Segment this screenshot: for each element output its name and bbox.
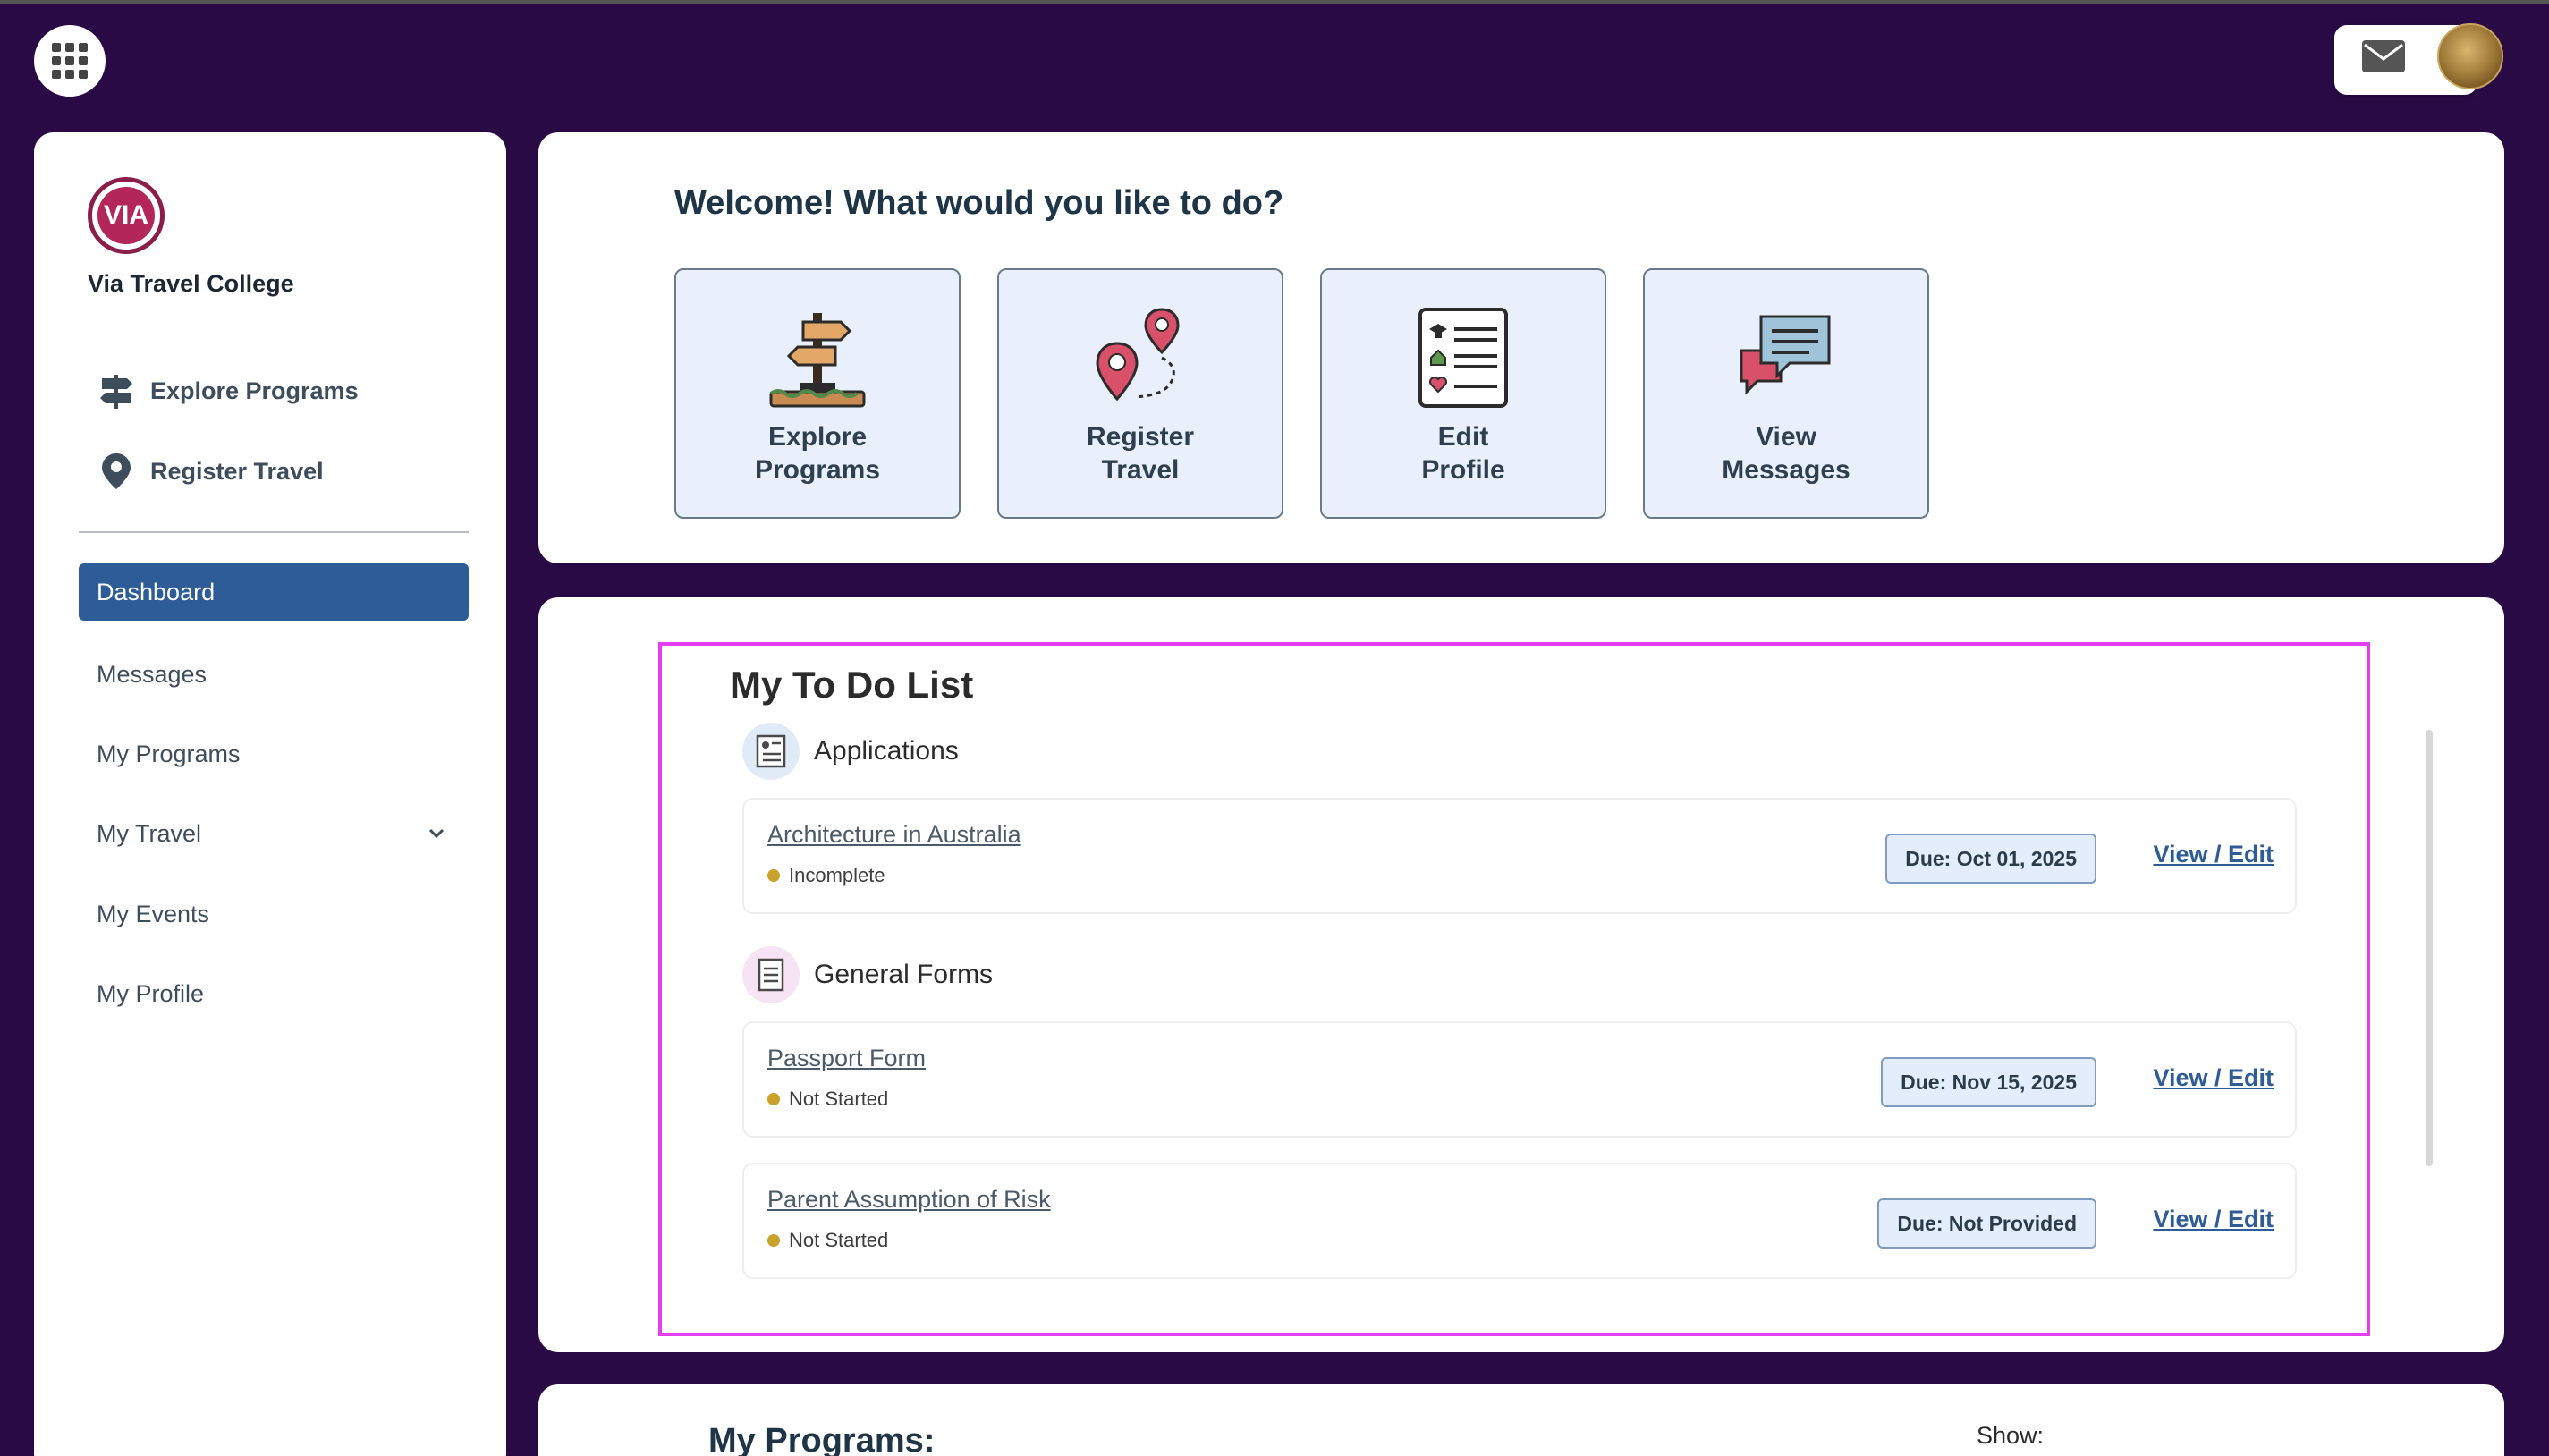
welcome-panel: Welcome! What would you like to do? Expl… <box>538 132 2504 563</box>
todo-scrollbar[interactable] <box>2426 730 2433 1166</box>
app-launcher-button[interactable] <box>34 25 106 97</box>
status-text: Not Started <box>789 1088 889 1110</box>
item-link[interactable]: Architecture in Australia <box>767 821 1021 849</box>
view-messages-card[interactable]: View Messages <box>1643 268 1929 519</box>
map-pin-icon <box>102 453 131 489</box>
sidebar-item-label: My Programs <box>97 740 241 767</box>
sidebar-item-label: Messages <box>97 660 207 688</box>
chat-bubbles-icon <box>1740 315 1831 395</box>
grid-icon <box>52 43 88 79</box>
action-label: Edit Profile <box>1421 422 1505 485</box>
window-top-edge <box>0 0 2549 4</box>
item-link[interactable]: Passport Form <box>767 1045 926 1072</box>
org-logo[interactable]: VIA <box>88 177 165 254</box>
explore-programs-card[interactable]: Explore Programs <box>674 268 961 519</box>
status-dot <box>767 1234 780 1247</box>
sidebar-item-my-profile[interactable]: My Profile <box>79 965 469 1022</box>
todo-item: Parent Assumption of Risk Not Started Du… <box>742 1163 2297 1279</box>
welcome-title: Welcome! What would you like to do? <box>674 184 1284 222</box>
sidebar-item-label: My Events <box>97 900 210 927</box>
envelope-icon[interactable] <box>2361 39 2406 73</box>
todo-list: My To Do List Applications Architecture … <box>658 642 2433 1336</box>
chevron-down-icon <box>428 828 445 839</box>
map-pins-icon <box>1096 308 1180 402</box>
action-label: Register Travel <box>1086 422 1195 485</box>
sidebar-divider <box>79 531 469 533</box>
status-dot <box>767 869 780 882</box>
due-badge: Due: Not Provided <box>1877 1198 2096 1249</box>
status-indicator: Not Started <box>767 1088 888 1111</box>
status-text: Incomplete <box>789 864 885 886</box>
programs-title: My Programs: <box>708 1422 936 1456</box>
quick-link-label: Register Travel <box>150 457 324 485</box>
view-edit-link[interactable]: View / Edit <box>2153 841 2274 868</box>
sidebar-item-my-travel[interactable]: My Travel <box>79 805 469 862</box>
todo-panel: My To Do List Applications Architecture … <box>538 597 2504 1352</box>
checklist-icon <box>1418 308 1508 408</box>
due-badge: Due: Oct 01, 2025 <box>1885 834 2096 884</box>
sidebar-item-label: My Profile <box>97 979 205 1007</box>
avatar[interactable] <box>2437 23 2503 89</box>
status-text: Not Started <box>789 1229 889 1251</box>
status-indicator: Incomplete <box>767 864 885 887</box>
org-name: Via Travel College <box>88 270 294 297</box>
todo-item: Architecture in Australia Incomplete Due… <box>742 798 2297 914</box>
sidebar: VIA Via Travel College Explore Programs … <box>34 132 506 1456</box>
action-label: View Messages <box>1722 422 1850 485</box>
quick-link-explore-programs[interactable]: Explore Programs <box>97 368 359 413</box>
quick-link-register-travel[interactable]: Register Travel <box>97 449 324 494</box>
edit-profile-card[interactable]: Edit Profile <box>1320 268 1606 519</box>
sidebar-item-my-programs[interactable]: My Programs <box>79 725 469 783</box>
todo-item: Passport Form Not Started Due: Nov 15, 2… <box>742 1021 2297 1138</box>
section-general-forms: General Forms <box>742 946 993 1003</box>
todo-title: My To Do List <box>730 664 974 706</box>
status-dot <box>767 1093 780 1105</box>
section-label: Applications <box>814 736 959 766</box>
sidebar-item-messages[interactable]: Messages <box>79 646 469 703</box>
section-label: General Forms <box>814 960 994 989</box>
quick-link-label: Explore Programs <box>150 377 359 404</box>
sidebar-item-dashboard[interactable]: Dashboard <box>79 563 469 621</box>
programs-panel: My Programs: Show: <box>538 1384 2504 1456</box>
item-link[interactable]: Parent Assumption of Risk <box>767 1186 1051 1214</box>
sidebar-item-my-events[interactable]: My Events <box>79 885 469 943</box>
show-filter-label: Show: <box>1977 1422 2045 1449</box>
action-label: Explore Programs <box>754 422 881 485</box>
sidebar-item-label: Dashboard <box>97 578 216 605</box>
status-indicator: Not Started <box>767 1229 888 1252</box>
sidebar-item-label: My Travel <box>97 819 202 847</box>
section-applications: Applications <box>742 723 959 780</box>
application-doc-icon <box>742 723 800 780</box>
form-doc-icon <box>742 946 800 1003</box>
signpost-icon <box>100 375 132 409</box>
view-edit-link[interactable]: View / Edit <box>2153 1206 2274 1233</box>
logo-mark: VIA <box>97 187 155 244</box>
view-edit-link[interactable]: View / Edit <box>2153 1064 2274 1092</box>
register-travel-card[interactable]: Register Travel <box>997 268 1283 519</box>
signpost-icon <box>769 313 866 408</box>
due-badge: Due: Nov 15, 2025 <box>1881 1057 2096 1107</box>
